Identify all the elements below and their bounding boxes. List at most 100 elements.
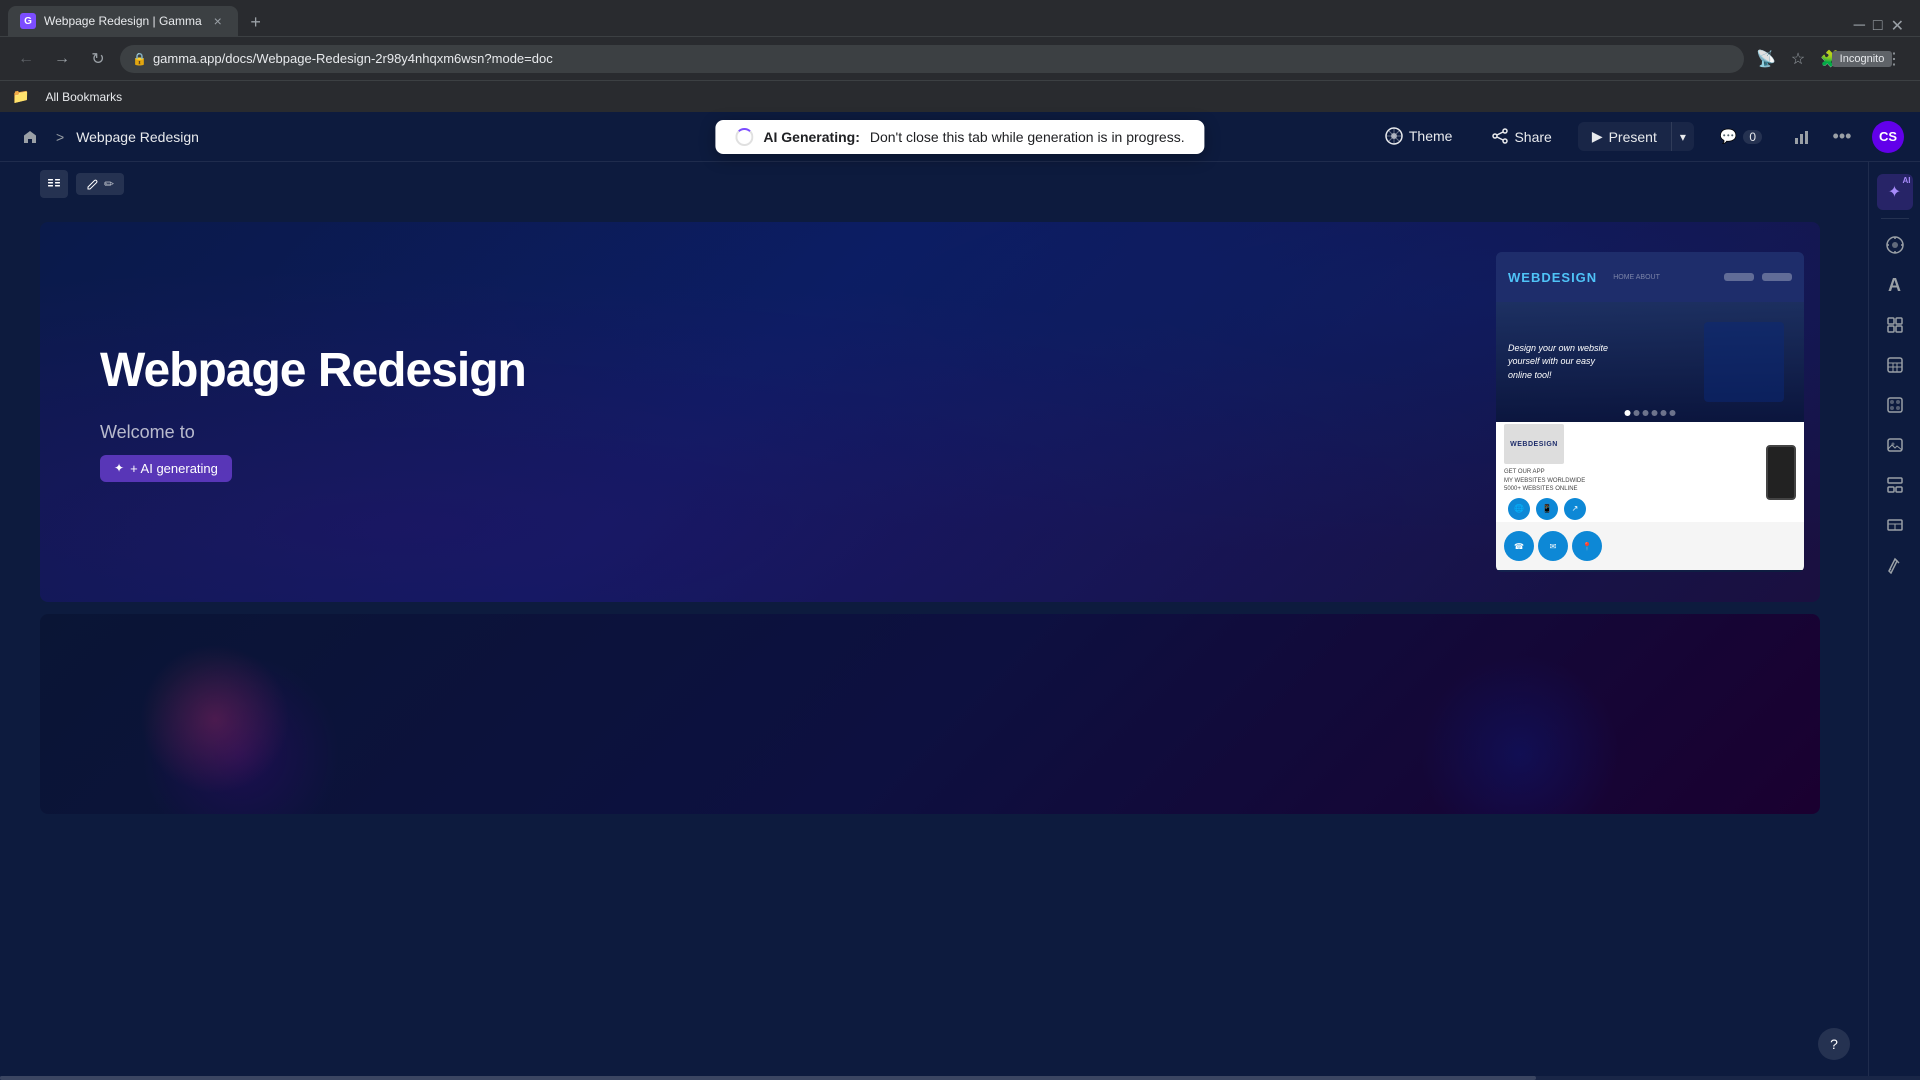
ai-sparkle-icon: ✦ bbox=[1888, 182, 1901, 202]
nav-bar: ← → ↻ 🔒 gamma.app/docs/Webpage-Redesign-… bbox=[0, 36, 1920, 80]
browser-chrome: G Webpage Redesign | Gamma × + ─ □ ✕ ← →… bbox=[0, 0, 1920, 112]
mockup-icon-share: ↗ bbox=[1564, 498, 1586, 520]
sidebar-text-button[interactable]: A bbox=[1877, 267, 1913, 303]
slide-card-1: Webpage Redesign Welcome to ✦ + AI gener… bbox=[40, 222, 1820, 602]
right-sidebar: ✦ AI A bbox=[1868, 162, 1920, 1076]
ai-spinner bbox=[735, 128, 753, 146]
theme-icon bbox=[1385, 127, 1403, 145]
minimize-button[interactable]: ─ bbox=[1854, 17, 1865, 35]
theme-label: Theme bbox=[1409, 128, 1453, 144]
sidebar-cards-button[interactable] bbox=[1877, 307, 1913, 343]
active-tab[interactable]: G Webpage Redesign | Gamma × bbox=[8, 6, 238, 36]
cast-icon[interactable]: 📡 bbox=[1752, 45, 1780, 73]
edit-icon-label: ✏ bbox=[104, 177, 114, 191]
home-button[interactable] bbox=[16, 123, 44, 151]
theme-button[interactable]: Theme bbox=[1371, 121, 1467, 151]
mockup-bottom-bar: ☎ ✉ 📍 bbox=[1496, 522, 1804, 570]
mockup-dot bbox=[1661, 410, 1667, 416]
mockup-nav-item bbox=[1762, 273, 1792, 281]
slide-controls: ✏ bbox=[0, 162, 1860, 206]
maximize-button[interactable]: □ bbox=[1873, 17, 1883, 35]
sidebar-image-button[interactable] bbox=[1877, 427, 1913, 463]
mockup-logo-row: WEBDESIGN bbox=[1504, 424, 1762, 464]
mockup-nav-bar: WEBDESIGN HOME ABOUT bbox=[1496, 252, 1804, 302]
mockup-hero-content: Design your own website yourself with ou… bbox=[1508, 342, 1704, 383]
webdesign-mockup: WEBDESIGN HOME ABOUT bbox=[1496, 252, 1804, 572]
mockup-dot bbox=[1670, 410, 1676, 416]
app-toolbar: > Webpage Redesign AI Generating: Don't … bbox=[0, 112, 1920, 162]
mockup-devices-section: WEBDESIGN GET OUR APPMY WEBSITES WORLDWI… bbox=[1504, 424, 1762, 519]
new-tab-button[interactable]: + bbox=[242, 8, 270, 36]
chart-button[interactable] bbox=[1788, 123, 1816, 151]
chrome-menu[interactable]: ⋮ bbox=[1880, 45, 1908, 73]
sidebar-theme-button[interactable] bbox=[1877, 227, 1913, 263]
sidebar-ai-button[interactable]: ✦ AI bbox=[1877, 174, 1913, 210]
mockup-hero-text: Design your own website yourself with ou… bbox=[1508, 342, 1704, 383]
sidebar-layout-button[interactable] bbox=[1877, 507, 1913, 543]
pink-glow-decoration bbox=[140, 644, 290, 794]
ai-generating-bold: AI Generating: bbox=[763, 129, 859, 145]
slide-image-right: WEBDESIGN HOME ABOUT bbox=[1480, 222, 1820, 602]
mockup-dot bbox=[1652, 410, 1658, 416]
mockup-hero-image bbox=[1704, 322, 1784, 402]
mockup-icon-phone: 📱 bbox=[1536, 498, 1558, 520]
tab-favicon: G bbox=[20, 13, 36, 29]
comment-count: 0 bbox=[1743, 130, 1762, 144]
ai-generating-banner: AI Generating: Don't close this tab whil… bbox=[715, 120, 1204, 154]
bottom-scrollbar[interactable] bbox=[0, 1076, 1920, 1080]
slide-container: ✏ Webpage Redesign Welcome to ✦ + AI gen… bbox=[0, 162, 1860, 1076]
app-wrapper: > Webpage Redesign AI Generating: Don't … bbox=[0, 112, 1920, 1080]
mockup-logo: WEBDESIGN bbox=[1508, 270, 1597, 285]
mockup-second-section: WEBDESIGN GET OUR APPMY WEBSITES WORLDWI… bbox=[1496, 422, 1804, 522]
forward-button[interactable]: → bbox=[48, 45, 76, 73]
back-button[interactable]: ← bbox=[12, 45, 40, 73]
text-icon: A bbox=[1888, 275, 1901, 296]
mockup-bottom-icon: ✉ bbox=[1538, 531, 1568, 561]
main-content: ✏ Webpage Redesign Welcome to ✦ + AI gen… bbox=[0, 162, 1920, 1076]
user-avatar[interactable]: CS bbox=[1872, 121, 1904, 153]
mockup-tagline: HOME ABOUT bbox=[1613, 274, 1660, 281]
share-button[interactable]: Share bbox=[1478, 122, 1565, 152]
mockup-stats-text: GET OUR APPMY WEBSITES WORLDWIDE5000+ WE… bbox=[1504, 468, 1762, 493]
ai-generating-badge[interactable]: ✦ + AI generating bbox=[100, 455, 232, 482]
badge-text: + AI generating bbox=[130, 461, 218, 476]
slide-menu-button[interactable] bbox=[40, 170, 68, 198]
sidebar-grid-button[interactable] bbox=[1877, 467, 1913, 503]
all-bookmarks-label: All Bookmarks bbox=[45, 90, 122, 104]
breadcrumb-page-title[interactable]: Webpage Redesign bbox=[76, 129, 199, 145]
tab-close-button[interactable]: × bbox=[210, 13, 226, 29]
slide-card-2 bbox=[40, 614, 1820, 814]
breadcrumb-separator: > bbox=[56, 129, 64, 145]
mockup-nav-items bbox=[1724, 273, 1792, 281]
present-dropdown-button[interactable]: ▾ bbox=[1672, 124, 1694, 150]
slide-edit-button[interactable]: ✏ bbox=[76, 173, 124, 195]
mockup-dot bbox=[1643, 410, 1649, 416]
badge-star-icon: ✦ bbox=[114, 461, 124, 475]
tab-title: Webpage Redesign | Gamma bbox=[44, 14, 202, 28]
sidebar-table-button[interactable] bbox=[1877, 347, 1913, 383]
bookmark-folder-icon: 📁 bbox=[12, 88, 29, 105]
slide-content-left: Webpage Redesign Welcome to ✦ + AI gener… bbox=[40, 303, 1480, 522]
sidebar-draw-button[interactable] bbox=[1877, 547, 1913, 583]
mockup-dot bbox=[1634, 410, 1640, 416]
comment-button[interactable]: 💬 0 bbox=[1706, 122, 1776, 151]
sidebar-divider bbox=[1881, 218, 1909, 219]
help-button[interactable]: ? bbox=[1818, 1028, 1850, 1060]
present-group: ▶ Present ▾ bbox=[1578, 122, 1694, 151]
mockup-bottom-icon: ☎ bbox=[1504, 531, 1534, 561]
scroll-thumb bbox=[0, 1076, 1536, 1080]
address-bar[interactable]: 🔒 gamma.app/docs/Webpage-Redesign-2r98y4… bbox=[120, 45, 1744, 73]
ai-generating-text: Don't close this tab while generation is… bbox=[870, 129, 1185, 145]
more-button[interactable]: ••• bbox=[1828, 123, 1856, 151]
ai-label: AI bbox=[1903, 176, 1911, 185]
sidebar-palette-button[interactable] bbox=[1877, 387, 1913, 423]
mockup-laptop-logo: WEBDESIGN bbox=[1504, 424, 1564, 464]
close-window-button[interactable]: ✕ bbox=[1891, 16, 1904, 36]
bookmark-star[interactable]: ☆ bbox=[1784, 45, 1812, 73]
refresh-button[interactable]: ↻ bbox=[84, 45, 112, 73]
present-button[interactable]: ▶ Present bbox=[1578, 122, 1672, 151]
share-label: Share bbox=[1514, 129, 1551, 145]
profile-button[interactable]: Incognito bbox=[1848, 45, 1876, 73]
mockup-bottom-icon: 📍 bbox=[1572, 531, 1602, 561]
slide-subtitle: Welcome to bbox=[100, 422, 1420, 443]
